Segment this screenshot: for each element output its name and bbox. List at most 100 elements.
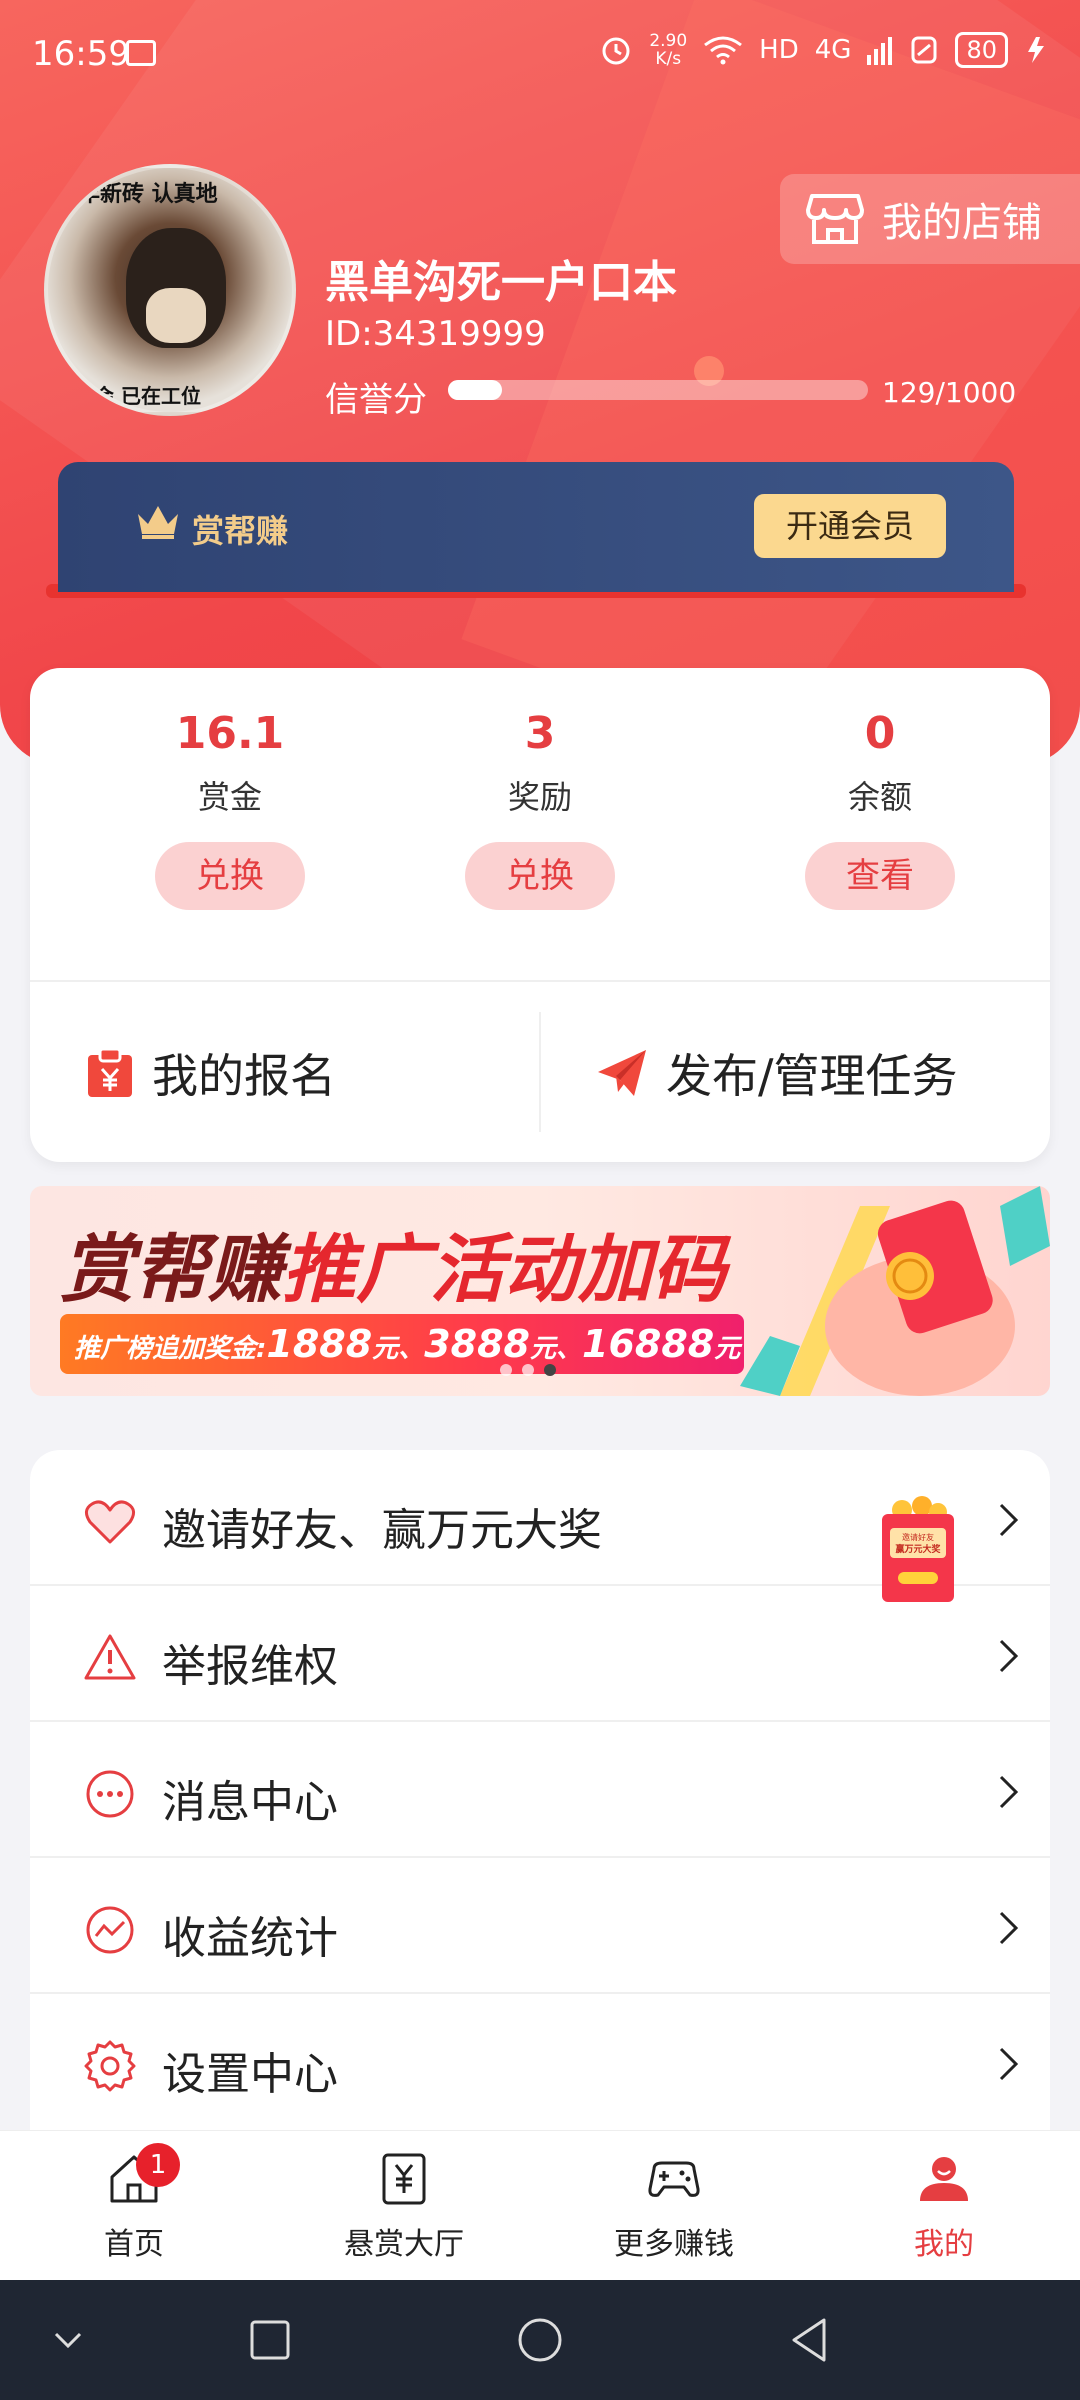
message-dots-icon	[86, 1770, 134, 1818]
menu-item-earnings-stats[interactable]: 收益统计	[30, 1858, 1050, 1994]
chevron-right-icon	[999, 1639, 1019, 1673]
tab-label: 更多赚钱	[614, 2227, 734, 2262]
net-speed: 2.90 K/s	[649, 31, 688, 69]
menu-item-label: 消息中心	[162, 1777, 338, 1828]
banner-dot	[500, 1364, 512, 1376]
menu-item-label: 收益统计	[162, 1913, 338, 1964]
tab-label: 我的	[914, 2227, 974, 2262]
promo-banner[interactable]: 赏帮赚推广活动加码 推广榜追加奖金:1888元、3888元、16888元	[30, 1186, 1050, 1396]
warning-icon	[84, 1634, 136, 1680]
home-button[interactable]	[510, 2310, 570, 2370]
balance-label: 余额	[847, 778, 912, 816]
tab-label: 首页	[104, 2227, 164, 2262]
wifi-icon	[704, 36, 743, 65]
view-balance-button[interactable]: 查看	[805, 842, 955, 910]
chevron-right-icon	[999, 1911, 1019, 1945]
divider	[539, 1012, 541, 1132]
balance-remaining: 0 余额 查看	[760, 702, 1000, 910]
tab-mine[interactable]: 我的	[844, 2149, 1044, 2263]
heart-icon	[85, 1500, 135, 1544]
home-tab-icon: 1	[104, 2143, 180, 2209]
banner-dot	[522, 1364, 534, 1376]
tab-more-earning[interactable]: 更多赚钱	[574, 2149, 774, 2263]
signal-icon	[867, 37, 893, 65]
username: 黑单沟死一户口本	[325, 257, 677, 308]
credit-value: 129/1000	[882, 376, 1017, 409]
gamepad-icon	[648, 2161, 700, 2197]
menu-list: 邀请好友、赢万元大奖 邀请好友 赢万元大奖 举报维权 消息中心 收益统计 设置中…	[30, 1450, 1050, 2130]
red-envelope-hand-illustration	[740, 1186, 1050, 1396]
balance-reward-money: 16.1 赏金 兑换	[110, 702, 350, 910]
invite-art-caption-top: 邀请好友	[902, 1532, 934, 1542]
publish-manage-task-button[interactable]: 发布/管理任务	[596, 1028, 958, 1118]
my-shop-button[interactable]: 我的店铺	[780, 174, 1080, 264]
balance-bonus: 3 奖励 兑换	[420, 702, 660, 910]
tab-label: 悬赏大厅	[344, 2227, 464, 2262]
banner-pagination	[500, 1364, 556, 1376]
menu-item-messages[interactable]: 消息中心	[30, 1722, 1050, 1858]
user-id: ID:34319999	[325, 314, 546, 354]
system-nav-bar	[0, 2280, 1080, 2400]
balance-label: 赏金	[197, 778, 262, 816]
my-shop-label: 我的店铺	[882, 200, 1042, 246]
banner-dot-active	[544, 1364, 556, 1376]
gear-icon	[84, 2040, 136, 2092]
back-button[interactable]	[780, 2310, 840, 2370]
gallery-icon	[126, 40, 156, 66]
balance-card: 16.1 赏金 兑换 3 奖励 兑换 0 余额 查看 我的报名 发布/管理任务	[30, 668, 1050, 1162]
invite-art-caption-main: 赢万元大奖	[895, 1543, 941, 1555]
menu-item-settings[interactable]: 设置中心	[30, 1994, 1050, 2130]
chevron-right-icon	[999, 1503, 1019, 1537]
divider	[30, 980, 1050, 982]
vip-card[interactable]: 赏帮赚 开通会员	[58, 462, 1014, 592]
crown-icon	[138, 506, 178, 539]
store-icon	[806, 194, 864, 244]
publish-manage-task-label: 发布/管理任务	[666, 1049, 958, 1103]
tab-bounty-hall[interactable]: 悬赏大厅	[304, 2149, 504, 2263]
battery-indicator: 80	[955, 32, 1008, 68]
menu-item-label: 举报维权	[162, 1641, 338, 1692]
trend-chart-icon	[86, 1906, 134, 1954]
my-signup-label: 我的报名	[152, 1049, 336, 1103]
hd-indicator: HD	[759, 35, 799, 65]
avatar[interactable]: 年新砖 认真地 我会 已在工位	[44, 164, 296, 416]
status-indicators: 2.90 K/s HD 4G 80	[599, 32, 1050, 68]
balance-value: 3	[524, 708, 556, 759]
paper-plane-icon	[598, 1050, 646, 1096]
my-signup-button[interactable]: 我的报名	[86, 1028, 336, 1118]
hide-nav-icon[interactable]	[38, 2310, 98, 2370]
network-indicator: 4G	[814, 35, 852, 65]
menu-item-report[interactable]: 举报维权	[30, 1586, 1050, 1722]
banner-title: 赏帮赚推广活动加码	[60, 1227, 726, 1313]
person-icon	[920, 2157, 968, 2201]
bottom-tab-bar: 1 首页 悬赏大厅 更多赚钱 我的	[0, 2130, 1080, 2280]
balance-value: 0	[864, 708, 896, 759]
balance-label: 奖励	[507, 778, 572, 816]
avatar-caption-bottom: 我会 已在工位	[74, 384, 201, 408]
tab-home[interactable]: 1 首页	[34, 2143, 234, 2263]
chevron-right-icon	[999, 2047, 1019, 2081]
yen-board-icon	[382, 2153, 426, 2205]
credit-label: 信誉分	[325, 380, 427, 420]
status-time: 16:59	[32, 34, 130, 74]
open-membership-button[interactable]: 开通会员	[754, 494, 946, 558]
alarm-icon	[602, 37, 630, 65]
banner-bonus-strip: 推广榜追加奖金:1888元、3888元、16888元	[60, 1314, 744, 1374]
credit-progress-fill	[448, 380, 503, 400]
credit-progress-bar	[448, 380, 868, 400]
menu-item-invite-friends[interactable]: 邀请好友、赢万元大奖 邀请好友 赢万元大奖	[30, 1450, 1050, 1602]
avatar-caption-top: 年新砖 认真地	[78, 182, 218, 207]
more-earning-tab-icon	[644, 2149, 704, 2209]
notification-badge: 1	[136, 2143, 180, 2187]
bounty-hall-tab-icon	[374, 2149, 434, 2209]
chevron-right-icon	[999, 1775, 1019, 1809]
vip-label: 赏帮赚	[192, 512, 289, 550]
mine-tab-icon	[914, 2149, 974, 2209]
avatar-dog-muzzle	[146, 288, 206, 343]
clipboard-yen-icon	[88, 1047, 132, 1097]
recent-apps-button[interactable]	[240, 2310, 300, 2370]
status-bar: 16:59 2.90 K/s HD 4G 80	[0, 0, 1080, 110]
exchange-reward-money-button[interactable]: 兑换	[155, 842, 305, 910]
balance-value: 16.1	[175, 708, 285, 759]
exchange-bonus-button[interactable]: 兑换	[465, 842, 615, 910]
